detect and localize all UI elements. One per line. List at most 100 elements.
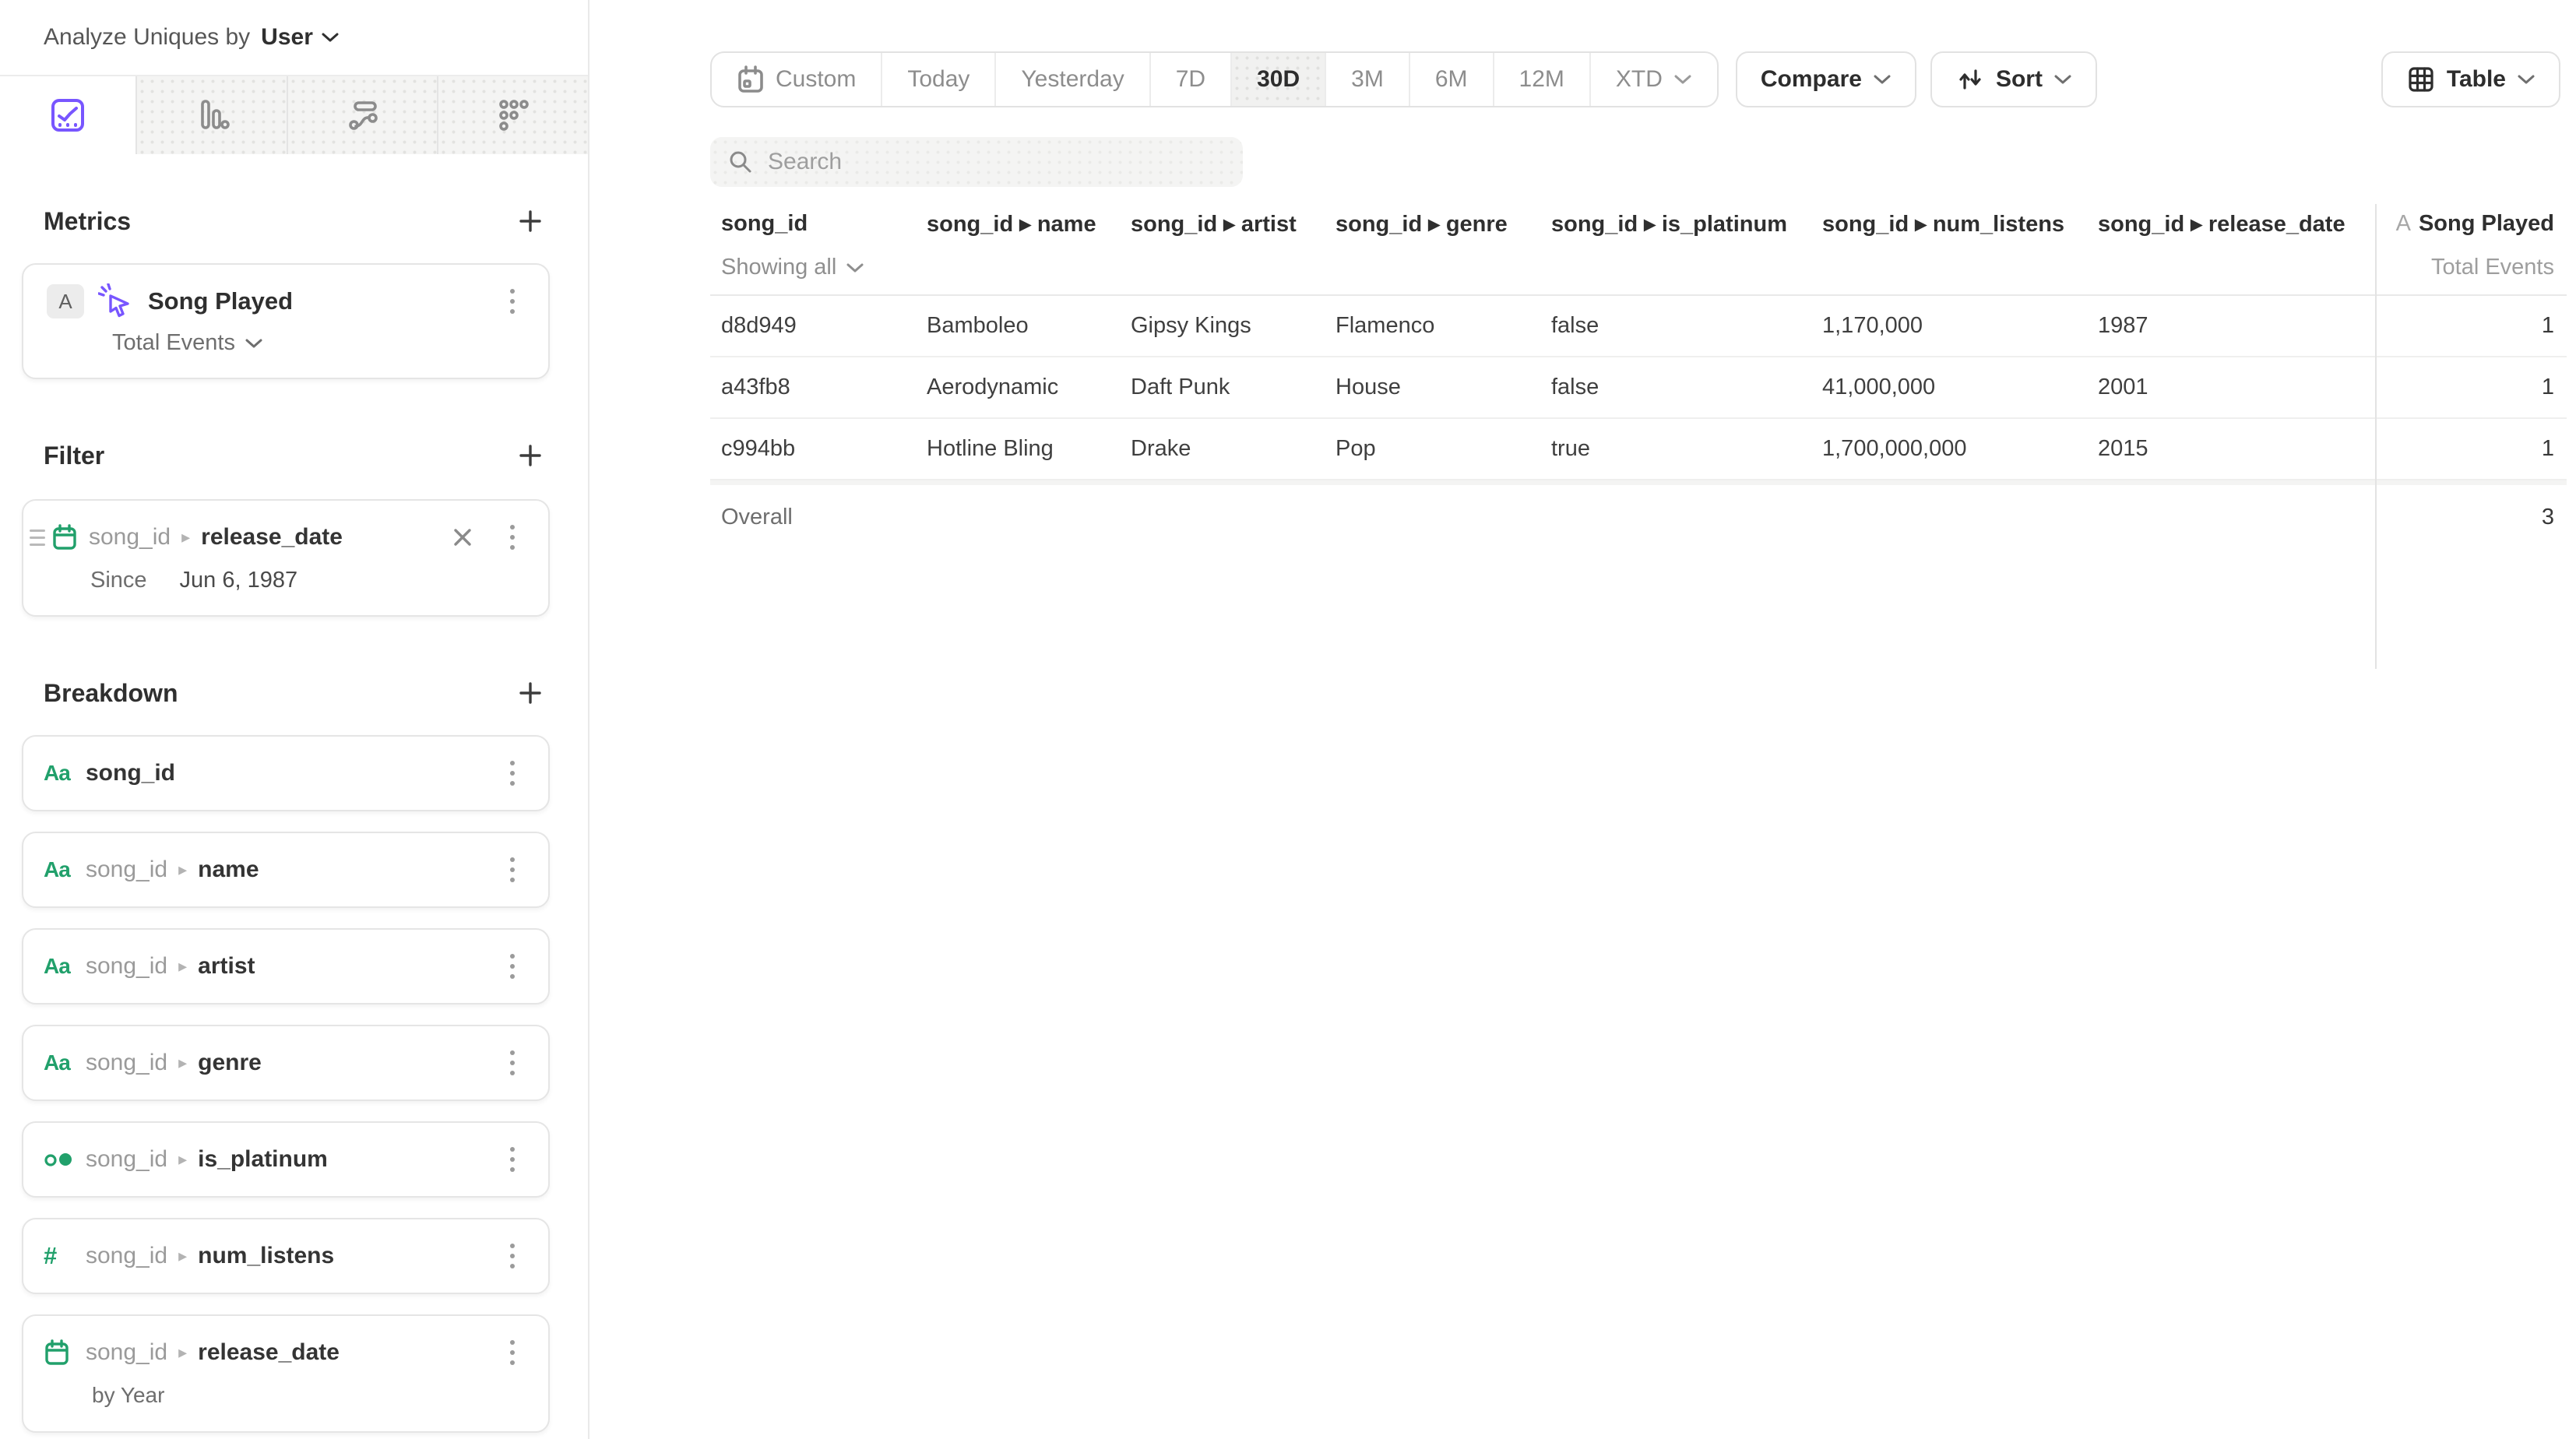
property-arrow: ▸ bbox=[180, 527, 192, 547]
range-yesterday-button[interactable]: Yesterday bbox=[994, 53, 1149, 106]
column-header-genre[interactable]: song_id ▸ genre bbox=[1336, 210, 1551, 237]
breakdown-more-menu[interactable] bbox=[497, 1244, 528, 1268]
filter-prefix: song_id bbox=[89, 524, 171, 551]
column-header-song-id[interactable]: song_id bbox=[710, 211, 927, 237]
range-6m-button[interactable]: 6M bbox=[1409, 53, 1493, 106]
table-grid-icon bbox=[2406, 65, 2436, 94]
cell-song-id: d8d949 bbox=[710, 313, 927, 339]
analysis-prefix-label: Analyze Uniques by bbox=[44, 24, 250, 51]
aggregation-dropdown[interactable]: Total Events bbox=[112, 330, 528, 356]
add-metric-button[interactable] bbox=[513, 204, 547, 238]
cell-artist: Drake bbox=[1131, 436, 1336, 462]
breakdown-section-header: Breakdown bbox=[44, 676, 547, 710]
tab-retention[interactable] bbox=[437, 76, 588, 154]
range-label: XTD bbox=[1616, 66, 1663, 93]
breakdown-card[interactable]: Aa song_id bbox=[22, 735, 550, 811]
chevron-down-icon bbox=[846, 262, 864, 273]
text-property-icon: Aa bbox=[44, 1050, 70, 1075]
analysis-header: Analyze Uniques by User bbox=[0, 0, 588, 75]
column-header-name[interactable]: song_id ▸ name bbox=[927, 210, 1131, 237]
filter-property: release_date bbox=[201, 524, 343, 551]
tab-insights-line-chart[interactable] bbox=[0, 76, 137, 154]
tab-flows[interactable] bbox=[287, 76, 438, 154]
breakdown-more-menu[interactable] bbox=[497, 1147, 528, 1172]
metric-column-divider bbox=[2375, 204, 2377, 669]
compare-button[interactable]: Compare bbox=[1736, 51, 1916, 107]
breakdown-more-menu[interactable] bbox=[497, 857, 528, 882]
column-header-artist[interactable]: song_id ▸ artist bbox=[1131, 210, 1336, 237]
range-xtd-button[interactable]: XTD bbox=[1589, 53, 1717, 106]
table-row[interactable]: a43fb8 Aerodynamic Daft Punk House false… bbox=[710, 357, 2567, 419]
breakdown-more-menu[interactable] bbox=[497, 954, 528, 979]
property-arrow: ▸ bbox=[177, 1149, 188, 1170]
breakdown-title: Breakdown bbox=[44, 679, 178, 708]
column-header-metric[interactable]: ASong Played bbox=[2375, 211, 2567, 237]
filter-card[interactable]: song_id ▸ release_date Since Jun 6, 1987 bbox=[22, 499, 550, 617]
add-breakdown-button[interactable] bbox=[513, 676, 547, 710]
range-label: 30D bbox=[1257, 66, 1300, 93]
range-label: 7D bbox=[1176, 66, 1205, 93]
chevron-down-icon bbox=[245, 338, 263, 349]
calendar-icon bbox=[44, 1339, 70, 1367]
metric-more-menu[interactable] bbox=[497, 289, 528, 314]
cell-metric-value: 1 bbox=[2375, 375, 2567, 400]
showing-all-dropdown[interactable]: Showing all bbox=[710, 255, 927, 280]
filter-section-header: Filter bbox=[44, 438, 547, 473]
column-header-is-platinum[interactable]: song_id ▸ is_platinum bbox=[1551, 210, 1822, 237]
metric-card[interactable]: A Song Played Total Events bbox=[22, 263, 550, 379]
chevron-down-icon bbox=[1673, 74, 1692, 85]
cell-name: Bamboleo bbox=[927, 313, 1131, 339]
sort-button[interactable]: Sort bbox=[1930, 51, 2097, 107]
cell-is-platinum: true bbox=[1551, 436, 1822, 462]
cell-is-platinum: false bbox=[1551, 375, 1822, 400]
range-30d-button[interactable]: 30D bbox=[1230, 53, 1325, 106]
column-header-release-date[interactable]: song_id ▸ release_date bbox=[2098, 210, 2375, 237]
entity-dropdown[interactable]: User bbox=[261, 24, 340, 51]
metrics-title: Metrics bbox=[44, 207, 131, 236]
breakdown-property: name bbox=[198, 857, 259, 883]
filter-operator[interactable]: Since bbox=[90, 568, 147, 593]
table-row[interactable]: c994bb Hotline Bling Drake Pop true 1,70… bbox=[710, 419, 2567, 480]
range-12m-button[interactable]: 12M bbox=[1493, 53, 1589, 106]
range-custom-button[interactable]: Custom bbox=[712, 53, 881, 106]
range-label: 3M bbox=[1351, 66, 1384, 93]
breakdown-card[interactable]: Aa song_id ▸ artist bbox=[22, 928, 550, 1004]
drag-handle-icon[interactable] bbox=[30, 530, 45, 546]
filter-title: Filter bbox=[44, 442, 104, 470]
range-7d-button[interactable]: 7D bbox=[1149, 53, 1230, 106]
breakdown-card[interactable]: # song_id ▸ num_listens bbox=[22, 1218, 550, 1294]
filter-more-menu[interactable] bbox=[497, 525, 528, 550]
breakdown-card[interactable]: Aa song_id ▸ genre bbox=[22, 1025, 550, 1101]
search-input[interactable] bbox=[768, 149, 1226, 175]
chevron-down-icon bbox=[2053, 74, 2072, 85]
property-arrow: ▸ bbox=[177, 956, 188, 976]
date-bucket-label[interactable]: by Year bbox=[92, 1383, 528, 1408]
breakdown-more-menu[interactable] bbox=[497, 1050, 528, 1075]
dot-funnel-icon bbox=[493, 95, 533, 135]
breakdown-more-menu[interactable] bbox=[497, 1340, 528, 1365]
cell-release-date: 1987 bbox=[2098, 313, 2375, 339]
tab-bar-chart[interactable] bbox=[137, 76, 287, 154]
column-header-num-listens[interactable]: song_id ▸ num_listens bbox=[1822, 210, 2098, 237]
sort-label: Sort bbox=[1996, 66, 2043, 93]
cell-genre: House bbox=[1336, 375, 1551, 400]
visualization-picker-button[interactable]: Table bbox=[2381, 51, 2560, 107]
remove-filter-icon[interactable] bbox=[449, 523, 477, 551]
breakdown-card[interactable]: song_id ▸ is_platinum bbox=[22, 1121, 550, 1198]
breakdown-card[interactable]: song_id ▸ release_date by Year bbox=[22, 1314, 550, 1433]
entity-label: User bbox=[261, 24, 313, 51]
breakdown-card[interactable]: Aa song_id ▸ name bbox=[22, 832, 550, 908]
add-filter-button[interactable] bbox=[513, 438, 547, 473]
boolean-property-icon bbox=[44, 1151, 75, 1168]
text-property-icon: Aa bbox=[44, 761, 70, 786]
table-row[interactable]: d8d949 Bamboleo Gipsy Kings Flamenco fal… bbox=[710, 296, 2567, 357]
table-search bbox=[710, 137, 1243, 187]
table-header: song_id song_id ▸ name song_id ▸ artist … bbox=[710, 199, 2567, 296]
range-today-button[interactable]: Today bbox=[881, 53, 994, 106]
breakdown-prefix: song_id bbox=[86, 857, 167, 883]
breakdown-more-menu[interactable] bbox=[497, 761, 528, 786]
line-chart-icon bbox=[48, 95, 88, 135]
filter-value[interactable]: Jun 6, 1987 bbox=[180, 568, 298, 593]
cell-release-date: 2001 bbox=[2098, 375, 2375, 400]
range-3m-button[interactable]: 3M bbox=[1325, 53, 1409, 106]
